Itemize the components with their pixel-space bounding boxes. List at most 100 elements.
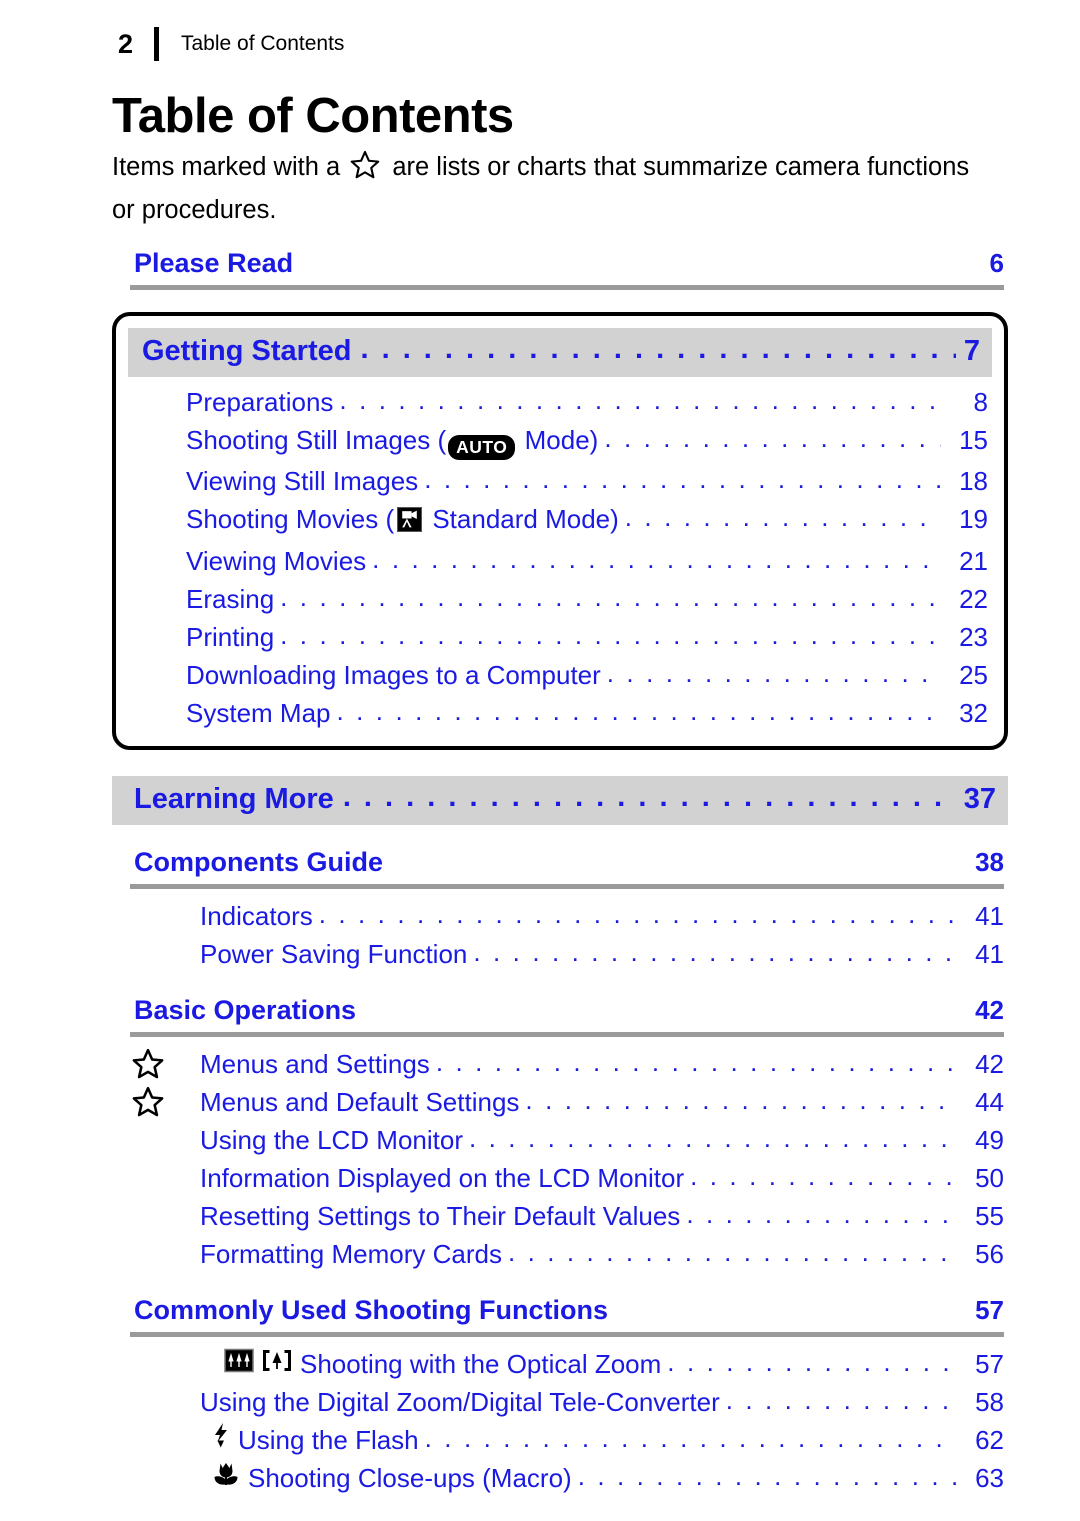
leader-dots: . . . . . . . . . . . . . . . . . . . . … (469, 1123, 957, 1153)
entry-list-basic-operations: Menus and Settings . . . . . . . . . . .… (112, 1037, 1008, 1273)
toc-entry[interactable]: Shooting with the Optical Zoom . . . . .… (112, 1345, 1008, 1383)
toc-entry[interactable]: Printing . . . . . . . . . . . . . . . .… (128, 618, 992, 656)
leader-dots: . . . . . . . . . . . . . . . . . . . . … (424, 1423, 957, 1453)
toc-entry[interactable]: Formatting Memory Cards . . . . . . . . … (112, 1235, 1008, 1273)
chapter-page: 37 (963, 783, 996, 815)
toc-entry[interactable]: Shooting Close-ups (Macro) . . . . . . .… (112, 1459, 1008, 1497)
leader-dots: . . . . . . . . . . . . . . . . . . . . … (525, 1085, 957, 1115)
leader-dots: . . . . . . . . . . . . . . . . . . . . … (280, 620, 941, 650)
entry-page: 50 (975, 1163, 1004, 1193)
leader-dots: . . . . . . . . . . . . . . . . . . . . … (690, 1161, 957, 1191)
toc-entry[interactable]: Downloading Images to a Computer . . . .… (128, 656, 992, 694)
leader-dots: . . . . . . . . . . . . . . . . . . . . … (424, 464, 941, 494)
toc-entry[interactable]: Erasing . . . . . . . . . . . . . . . . … (128, 580, 992, 618)
table-of-contents: Please Read 6 Getting Started . . . . . … (112, 248, 1008, 1497)
entry-page: 62 (975, 1425, 1004, 1455)
entry-label-part-b: Mode) (517, 425, 599, 455)
toc-entry[interactable]: Resetting Settings to Their Default Valu… (112, 1197, 1008, 1235)
toc-section-header[interactable]: Basic Operations 42 (112, 995, 1008, 1026)
toc-entry[interactable]: System Map . . . . . . . . . . . . . . .… (128, 694, 992, 732)
toc-entry[interactable]: Shooting Still Images (AUTO Mode) . . . … (128, 421, 992, 462)
entry-list-shooting-functions: Shooting with the Optical Zoom . . . . .… (112, 1337, 1008, 1497)
toc-section-header[interactable]: Please Read 6 (112, 248, 1008, 279)
toc-entry[interactable]: Menus and Default Settings . . . . . . .… (112, 1083, 1008, 1121)
chapter-band-getting-started[interactable]: Getting Started . . . . . . . . . . . . … (128, 328, 992, 377)
telephoto-zoom-icon (262, 1346, 292, 1382)
header-divider-bar (154, 27, 159, 61)
entry-page: 49 (975, 1125, 1004, 1155)
toc-entry[interactable]: Using the Digital Zoom/Digital Tele-Conv… (112, 1383, 1008, 1421)
entry-page: 41 (975, 939, 1004, 969)
entry-label: Formatting Memory Cards (200, 1239, 502, 1269)
section-page: 38 (975, 847, 1004, 877)
section-please-read: Please Read 6 (112, 248, 1008, 290)
toc-section-header[interactable]: Commonly Used Shooting Functions 57 (112, 1295, 1008, 1326)
entry-page: 42 (975, 1049, 1004, 1079)
intro-paragraph: Items marked with a are lists or charts … (112, 148, 992, 229)
section-label: Components Guide (134, 847, 383, 877)
entry-label: Printing (186, 622, 275, 652)
entry-label: Using the Flash (238, 1425, 419, 1455)
running-header: 2 Table of Contents (118, 24, 344, 64)
leader-dots: . . . . . . . . . . . . . . . . . . . . … (624, 502, 941, 532)
entry-label: Shooting Movies ( Standard Mode) (186, 501, 619, 541)
entry-page: 32 (959, 698, 988, 728)
leader-dots: . . . . . . . . . . . . . . . . . . . . … (604, 423, 941, 453)
section-page: 42 (975, 995, 1004, 1025)
entry-label: Shooting Close-ups (Macro) (248, 1463, 572, 1493)
entry-label: Menus and Default Settings (200, 1087, 520, 1117)
macro-flower-icon (212, 1460, 240, 1496)
entry-page: 58 (975, 1387, 1004, 1417)
toc-entry[interactable]: Viewing Still Images . . . . . . . . . .… (128, 462, 992, 500)
leader-dots: . . . . . . . . . . . . . . . . . . . . … (667, 1347, 957, 1377)
entry-label: Viewing Still Images (186, 466, 419, 496)
chapter-page: 7 (963, 335, 980, 367)
entry-page: 22 (959, 584, 988, 614)
toc-entry[interactable]: Information Displayed on the LCD Monitor… (112, 1159, 1008, 1197)
entry-page: 63 (975, 1463, 1004, 1493)
entry-label: Using the LCD Monitor (200, 1125, 463, 1155)
leader-dots: . . . . . . . . . . . . . . . . . . . . … (360, 333, 955, 365)
auto-mode-icon: AUTO (448, 435, 516, 460)
entry-page: 18 (959, 466, 988, 496)
entry-label: Resetting Settings to Their Default Valu… (200, 1201, 681, 1231)
toc-entry[interactable]: Shooting Movies ( Standard Mode) . . . .… (128, 500, 992, 542)
chapter-band-learning-more[interactable]: Learning More . . . . . . . . . . . . . … (112, 776, 1008, 825)
toc-entry[interactable]: Using the LCD Monitor . . . . . . . . . … (112, 1121, 1008, 1159)
toc-entry[interactable]: Indicators . . . . . . . . . . . . . . .… (112, 897, 1008, 935)
entry-page: 56 (975, 1239, 1004, 1269)
header-title: Table of Contents (181, 32, 345, 55)
intro-text-before-star: Items marked with a (112, 153, 341, 181)
wide-angle-zoom-icon (224, 1346, 254, 1382)
toc-section-header[interactable]: Components Guide 38 (112, 847, 1008, 878)
toc-entry[interactable]: Preparations . . . . . . . . . . . . . .… (128, 383, 992, 421)
entry-label-part-a: Shooting Still Images ( (186, 425, 447, 455)
entry-label: Preparations (186, 387, 334, 417)
toc-entry[interactable]: Using the Flash . . . . . . . . . . . . … (112, 1421, 1008, 1459)
toc-entry[interactable]: Power Saving Function . . . . . . . . . … (112, 935, 1008, 973)
leader-dots: . . . . . . . . . . . . . . . . . . . . … (342, 781, 956, 813)
section-getting-started-box: Getting Started . . . . . . . . . . . . … (112, 312, 1008, 750)
page-number: 2 (118, 28, 134, 59)
leader-dots: . . . . . . . . . . . . . . . . . . . . … (577, 1461, 957, 1491)
entry-label: System Map (186, 698, 331, 728)
entry-label: Menus and Settings (200, 1049, 430, 1079)
section-basic-operations: Basic Operations 42 Menus and Settings .… (112, 995, 1008, 1273)
flash-icon (212, 1422, 230, 1458)
entry-label-part-a: Shooting Movies ( (186, 504, 395, 534)
leader-dots: . . . . . . . . . . . . . . . . . . . . … (336, 696, 942, 726)
leader-dots: . . . . . . . . . . . . . . . . . . . . … (686, 1199, 957, 1229)
section-label: Basic Operations (134, 995, 357, 1025)
star-icon (132, 1048, 166, 1082)
toc-entry[interactable]: Viewing Movies . . . . . . . . . . . . .… (128, 542, 992, 580)
movie-mode-icon (397, 505, 423, 541)
toc-entry[interactable]: Menus and Settings . . . . . . . . . . .… (112, 1045, 1008, 1083)
star-icon (132, 1086, 166, 1120)
leader-dots: . . . . . . . . . . . . . . . . . . . . … (473, 937, 957, 967)
leader-dots: . . . . . . . . . . . . . . . . . . . . … (725, 1385, 957, 1415)
entry-list-components-guide: Indicators . . . . . . . . . . . . . . .… (112, 889, 1008, 973)
entry-label: Using the Digital Zoom/Digital Tele-Conv… (200, 1387, 720, 1417)
entry-label: Erasing (186, 584, 275, 614)
entry-label: Viewing Movies (186, 546, 367, 576)
entry-page: 57 (975, 1349, 1004, 1379)
